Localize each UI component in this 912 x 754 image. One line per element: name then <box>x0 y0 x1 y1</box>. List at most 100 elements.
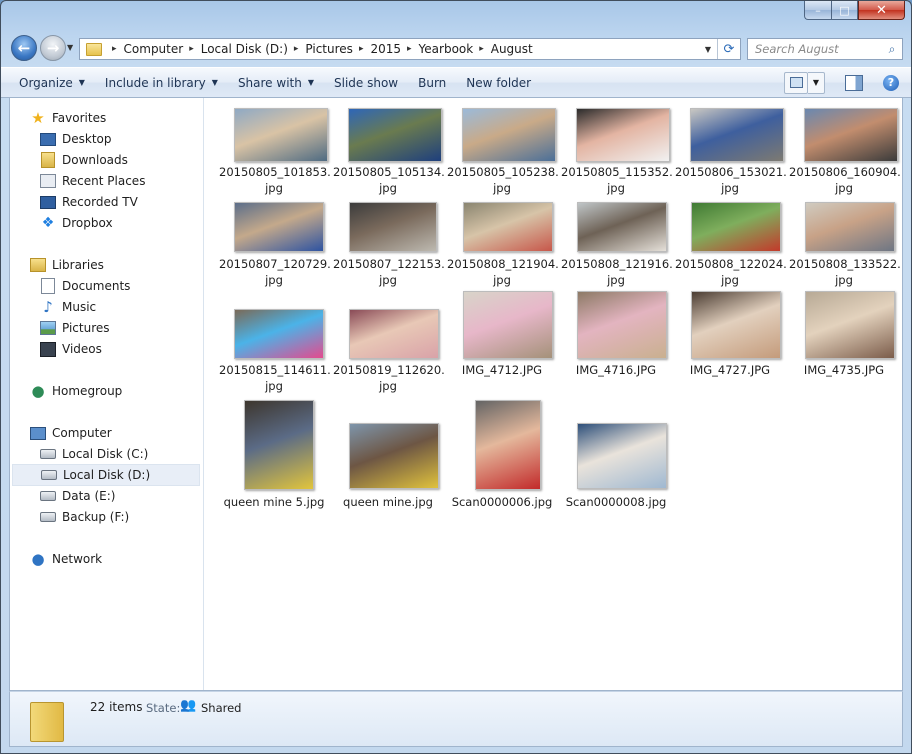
image-thumbnail <box>463 202 553 252</box>
folder-icon <box>30 702 64 742</box>
chevron-down-icon: ▼ <box>307 78 314 87</box>
address-bar[interactable]: ▸ Computer ▸ Local Disk (D:) ▸ Pictures ▸ 2015 ▸… <box>79 38 741 60</box>
file-name: 20150805_105134. jpg <box>333 164 445 196</box>
file-name-line: 20150815_114611. <box>219 363 331 377</box>
image-thumbnail <box>475 400 541 490</box>
file-name: 20150805_105238.jpg <box>447 164 559 196</box>
back-button[interactable]: ← <box>11 35 37 61</box>
breadcrumb-item[interactable]: ▸ Local Disk (D:) <box>183 39 288 59</box>
breadcrumb-separator-icon[interactable]: ▸ <box>353 44 371 54</box>
minimize-button[interactable]: – <box>804 1 831 20</box>
breadcrumb-item[interactable]: ▸ Computer <box>106 39 183 59</box>
image-thumbnail <box>244 400 314 490</box>
image-thumbnail <box>690 108 784 162</box>
nav-network[interactable]: ● Network <box>30 549 102 569</box>
file-name: 20150807_120729. jpg <box>219 256 331 288</box>
breadcrumb-separator-icon[interactable]: ▸ <box>183 44 201 54</box>
downloads-icon <box>40 152 56 168</box>
nav-dropbox[interactable]: ❖ Dropbox <box>40 213 113 233</box>
view-options-dropdown[interactable]: ▼ <box>808 71 825 94</box>
nav-recorded-tv-label: Recorded TV <box>62 195 138 209</box>
share-with-button[interactable]: Share with ▼ <box>228 72 324 94</box>
nav-computer-label: Computer <box>52 426 112 440</box>
image-thumbnail <box>463 291 553 359</box>
nav-homegroup[interactable]: ● Homegroup <box>30 381 122 401</box>
recent-pages-dropdown[interactable]: ▼ <box>67 43 73 52</box>
nav-local-disk-d-label: Local Disk (D:) <box>63 468 151 482</box>
nav-videos-label: Videos <box>62 342 102 356</box>
breadcrumb-item[interactable]: ▸ Pictures <box>288 39 353 59</box>
nav-pictures[interactable]: Pictures <box>40 318 110 338</box>
image-thumbnail <box>349 202 437 252</box>
nav-music[interactable]: ♪ Music <box>40 297 96 317</box>
refresh-button[interactable]: ⟳ <box>717 39 740 59</box>
nav-libraries[interactable]: Libraries <box>30 255 104 275</box>
nav-data-e-label: Data (E:) <box>62 489 116 503</box>
image-thumbnail <box>805 202 895 252</box>
file-extension-line: jpg <box>835 181 853 195</box>
close-button[interactable]: ✕ <box>858 1 905 20</box>
file-extension-line: jpg <box>607 181 625 195</box>
star-icon: ★ <box>31 109 45 127</box>
nav-local-disk-c[interactable]: Local Disk (C:) <box>40 444 148 464</box>
nav-computer[interactable]: Computer <box>30 423 112 443</box>
search-input[interactable]: Search August ⌕ <box>747 38 903 60</box>
forward-button[interactable]: → <box>40 35 66 61</box>
file-name-line: IMG_4716.JPG <box>575 363 657 377</box>
image-thumbnail <box>462 108 556 162</box>
breadcrumb-separator-icon[interactable]: ▸ <box>106 44 124 54</box>
image-thumbnail <box>577 291 667 359</box>
include-in-library-label: Include in library <box>104 75 206 90</box>
file-extension-line: jpg <box>493 181 511 195</box>
maximize-button[interactable]: □ <box>831 1 858 20</box>
forward-arrow-icon: → <box>46 39 60 57</box>
file-name-line: 20150808_133522. <box>789 257 901 271</box>
breadcrumb-item[interactable]: ▸ Yearbook <box>401 39 473 59</box>
file-name-line: queen mine.jpg <box>343 495 433 509</box>
file-name-line: 20150805_105238. <box>447 165 559 179</box>
nav-downloads[interactable]: Downloads <box>40 150 128 170</box>
file-extension-line: jpg <box>607 273 625 287</box>
breadcrumb-item[interactable]: ▸ 2015 <box>353 39 401 59</box>
file-name: 20150806_153021. jpg <box>675 164 787 196</box>
file-name: Scan0000008.jpg <box>561 494 671 510</box>
explorer-window: – □ ✕ ← → ▼ ▸ Computer ▸ Local Disk (D:) ▸ Pi… <box>0 0 912 754</box>
slide-show-button[interactable]: Slide show <box>324 72 408 94</box>
preview-pane-icon[interactable] <box>845 74 863 91</box>
nav-local-disk-d[interactable]: Local Disk (D:) <box>12 464 200 486</box>
file-extension-line: jpg <box>265 181 283 195</box>
file-name-line: 20150807_120729. <box>219 257 331 271</box>
nav-data-e[interactable]: Data (E:) <box>40 486 115 506</box>
file-name: 20150815_114611. jpg <box>219 362 331 394</box>
nav-desktop[interactable]: Desktop <box>40 129 112 149</box>
image-thumbnail <box>349 309 439 359</box>
breadcrumb-separator-icon[interactable]: ▸ <box>473 44 491 54</box>
nav-documents[interactable]: Documents <box>40 276 130 296</box>
address-dropdown[interactable]: ▼ <box>699 45 717 54</box>
include-in-library-button[interactable]: Include in library ▼ <box>95 72 228 94</box>
nav-recorded-tv[interactable]: Recorded TV <box>40 192 138 212</box>
breadcrumb-label: 2015 <box>370 42 402 56</box>
burn-button[interactable]: Burn <box>408 72 456 94</box>
drive-icon <box>40 446 56 462</box>
change-view-button[interactable] <box>784 71 808 94</box>
nav-backup-f-label: Backup (F:) <box>62 510 130 524</box>
breadcrumb-separator-icon[interactable]: ▸ <box>401 44 419 54</box>
documents-icon <box>40 278 56 294</box>
navigation-pane: ★ Favorites Desktop Downloads Recent Plac… <box>10 98 204 690</box>
new-folder-button[interactable]: New folder <box>456 72 541 94</box>
organize-button[interactable]: Organize ▼ <box>9 72 95 94</box>
file-name-line: IMG_4727.JPG <box>689 363 771 377</box>
search-icon[interactable]: ⌕ <box>882 42 902 57</box>
nav-pictures-label: Pictures <box>62 321 110 335</box>
nav-recent-places[interactable]: Recent Places <box>40 171 145 191</box>
nav-videos[interactable]: Videos <box>40 339 102 359</box>
file-name: 20150805_101853. jpg <box>219 164 331 196</box>
nav-favorites[interactable]: ★ Favorites <box>30 108 106 128</box>
breadcrumb-separator-icon[interactable]: ▸ <box>288 44 306 54</box>
help-icon[interactable]: ? <box>883 74 899 91</box>
file-name-line: 20150808_121904. <box>447 257 559 271</box>
nav-backup-f[interactable]: Backup (F:) <box>40 507 129 527</box>
recent-places-icon <box>40 173 56 189</box>
breadcrumb-item[interactable]: ▸ August <box>473 39 533 59</box>
